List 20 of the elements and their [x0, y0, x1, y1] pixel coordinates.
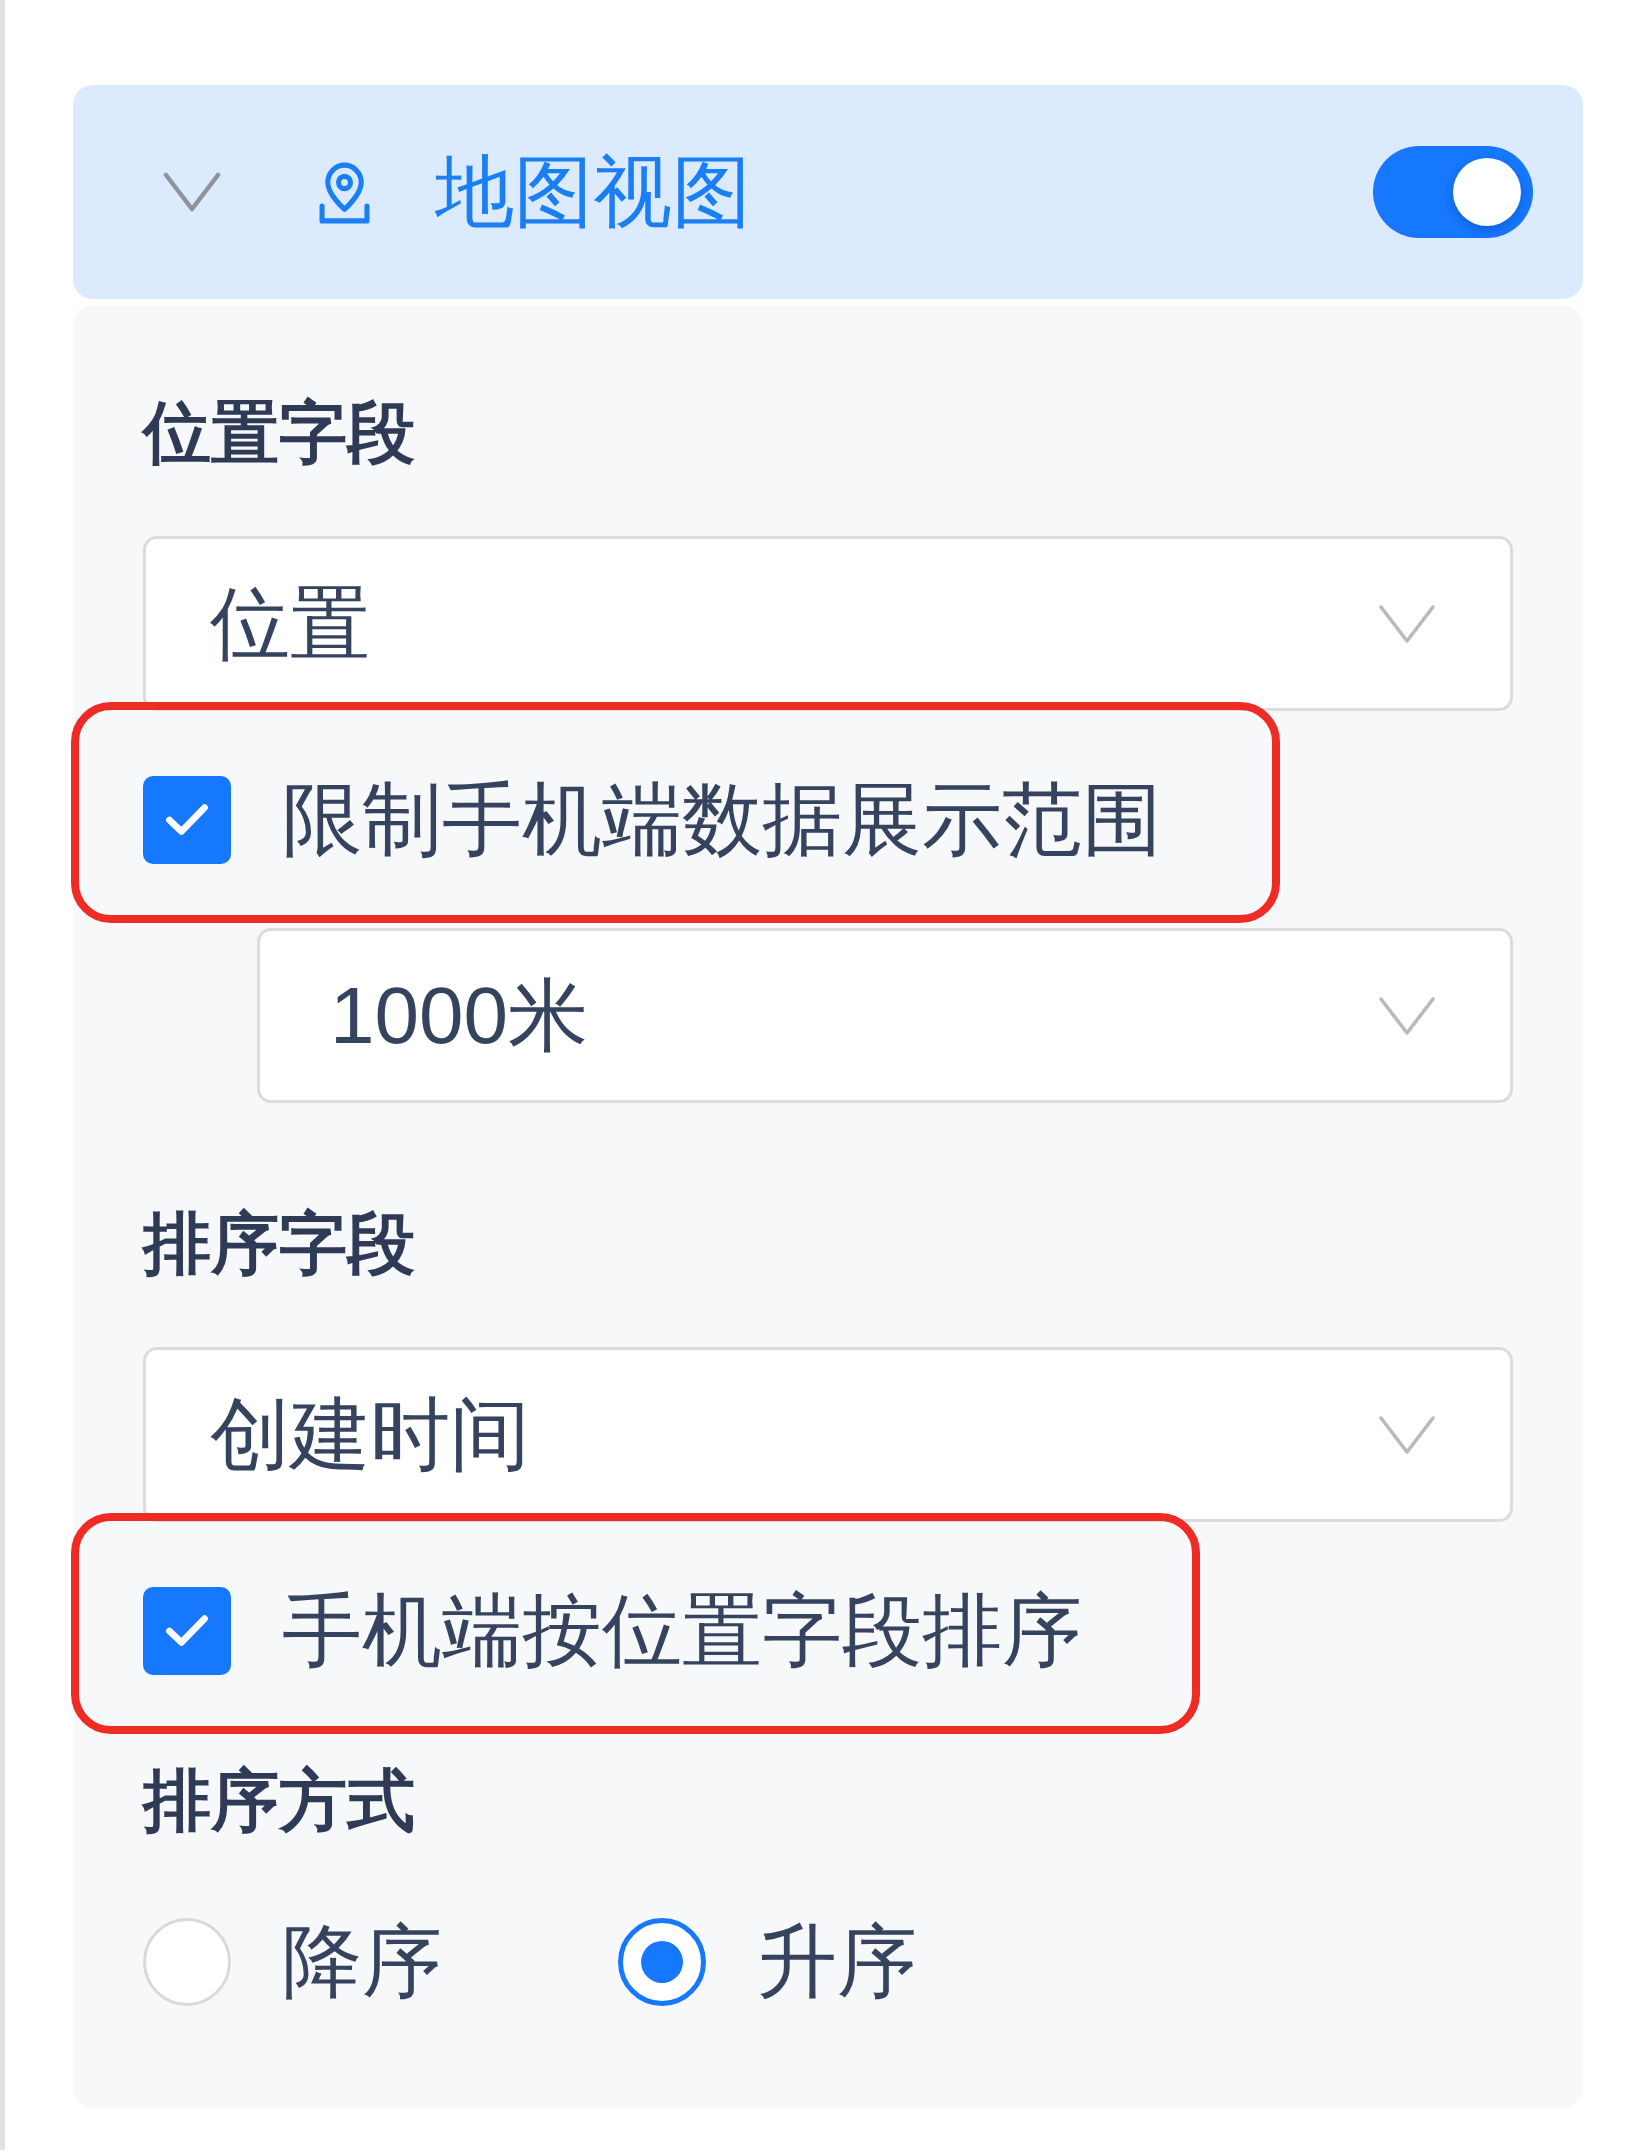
chevron-down-icon	[1378, 995, 1436, 1036]
checkbox[interactable]	[143, 775, 231, 864]
panel-title: 地图视图	[435, 146, 751, 238]
map-pin-icon	[317, 160, 372, 224]
section-heading: 位置字段	[143, 393, 416, 472]
checkmark-icon	[165, 803, 209, 836]
radio-label: 降序	[282, 1916, 442, 2008]
chevron-icon[interactable]	[163, 172, 221, 212]
select-field[interactable]: 创建时间	[143, 1347, 1513, 1522]
select-field[interactable]: 1000米	[257, 928, 1513, 1103]
chevron-down-icon	[1378, 603, 1436, 644]
checkbox[interactable]	[143, 1586, 231, 1675]
select-field[interactable]: 位置	[143, 536, 1513, 711]
radio-label: 升序	[757, 1916, 917, 2008]
checkmark-icon	[165, 1614, 209, 1647]
chevron-down-icon	[1378, 1414, 1436, 1455]
checkbox-label: 手机端按位置字段排序	[282, 1584, 1082, 1677]
section-heading: 排序方式	[143, 1761, 416, 1840]
section-heading: 排序字段	[143, 1204, 416, 1283]
checkbox-label: 限制手机端数据展示范围	[282, 773, 1162, 866]
